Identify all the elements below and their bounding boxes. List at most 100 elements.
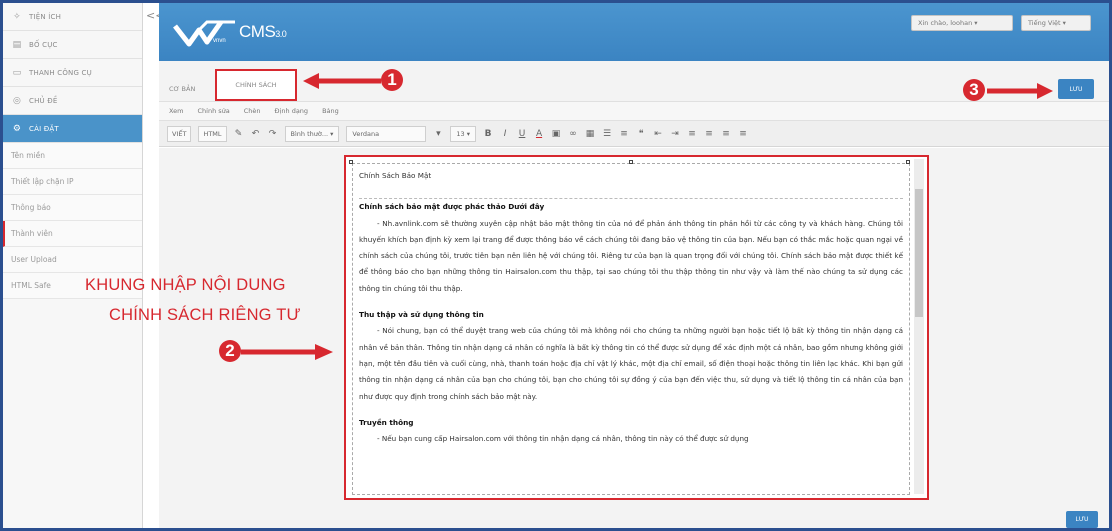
editor-heading-3: Truyền thông — [359, 417, 414, 427]
sidebar-subitem-label: Thiết lập chặn IP — [11, 177, 74, 186]
editor-title: Chính Sách Bảo Mật — [359, 171, 432, 180]
sidebar-subitem-ip-block[interactable]: Thiết lập chặn IP — [3, 169, 142, 195]
save-button-bottom[interactable]: LƯU — [1066, 511, 1098, 528]
sidebar-item-settings[interactable]: ⚙ CÀI ĐẶT — [3, 115, 142, 143]
align-center-icon[interactable]: ≡ — [704, 129, 714, 139]
resize-handle[interactable] — [906, 160, 910, 164]
undo-icon[interactable]: ↶ — [251, 129, 261, 139]
editor-paragraph-1-text: - Nh.avnlink.com sẽ thường xuyên cập nhậ… — [359, 218, 903, 293]
sidebar-subitem-members[interactable]: Thành viên — [3, 221, 142, 247]
menu-insert[interactable]: Chèn — [244, 107, 261, 115]
logo-text: CMS3.0 — [239, 22, 287, 42]
brush-icon[interactable]: ✎ — [234, 129, 244, 139]
html-mode-button[interactable]: HTML — [198, 125, 227, 142]
gear-icon: ⚙ — [12, 123, 22, 134]
sidebar: ✧ TIỆN ÍCH ▤ BỐ CỤC ▭ THANH CÔNG CỤ ◎ CHỦ ĐỀ… — [3, 3, 143, 528]
toolbar-icon: ▭ — [12, 67, 22, 78]
tab-basic[interactable]: CƠ BẢN — [169, 85, 195, 93]
align-right-icon[interactable]: ≡ — [721, 129, 731, 139]
text-color-icon[interactable]: A — [534, 129, 544, 139]
sidebar-subitem-user-upload[interactable]: User Upload — [3, 247, 142, 273]
logo: CMS3.0 vnvn — [173, 18, 313, 52]
logo-vn-text: vnvn — [213, 38, 226, 44]
sidebar-subitem-notifications[interactable]: Thông báo — [3, 195, 142, 221]
view-mode-button[interactable]: VIẾT — [167, 125, 192, 142]
image-icon[interactable]: ▦ — [585, 129, 595, 139]
tab-policy[interactable]: CHÍNH SÁCH — [215, 69, 297, 101]
sidebar-subitem-label: User Upload — [11, 255, 57, 264]
annotation-label-line-1: KHUNG NHẬP NỘI DUNG — [85, 276, 286, 294]
menu-table[interactable]: Bảng — [322, 107, 339, 115]
sidebar-subitem-label: HTML Safe — [11, 281, 51, 290]
tab-policy-label: CHÍNH SÁCH — [235, 81, 277, 89]
format-select[interactable]: Bình thườ... ▾ — [284, 125, 340, 142]
editor-paragraph-2-text: - Nói chung, bạn có thể duyệt trang web … — [359, 326, 903, 401]
annotation-arrow-2 — [241, 344, 333, 360]
editor-paragraph-3: - Nếu bạn cung cấp Hairsalon.com với thô… — [359, 431, 903, 447]
menu-view[interactable]: Xem — [169, 107, 184, 115]
sidebar-item-label: BỐ CỤC — [29, 40, 58, 49]
editor-heading-1: Chính sách bảo mật được phác thảo Dưới đ… — [359, 202, 545, 212]
sidebar-item-theme[interactable]: ◎ CHỦ ĐỀ — [3, 87, 142, 115]
quote-icon[interactable]: ❝ — [636, 129, 646, 139]
policy-editor[interactable]: Chính Sách Bảo Mật Chính sách bảo mật đư… — [344, 155, 929, 500]
font-size-select[interactable]: 13 ▾ — [450, 125, 477, 142]
bullet-list-icon[interactable]: ☰ — [602, 129, 612, 139]
underline-icon[interactable]: U — [517, 129, 527, 139]
sidebar-subitem-domain[interactable]: Tên miền — [3, 143, 142, 169]
editor-paragraph-1: - Nh.avnlink.com sẽ thường xuyên cập nhậ… — [359, 216, 903, 297]
link-icon[interactable]: ∞ — [568, 129, 578, 139]
language-dropdown[interactable]: Tiếng Việt ▾ — [1021, 15, 1091, 31]
annotation-label-line-2: CHÍNH SÁCH RIÊNG TƯ — [109, 306, 301, 324]
menu-format[interactable]: Định dạng — [275, 107, 309, 115]
sidebar-item-toolbar[interactable]: ▭ THANH CÔNG CỤ — [3, 59, 142, 87]
sidebar-item-label: TIỆN ÍCH — [29, 12, 62, 21]
editor-paragraph-2: - Nói chung, bạn có thể duyệt trang web … — [359, 323, 903, 404]
numbered-list-icon[interactable]: ≡ — [619, 129, 629, 139]
dropdown-arrow-icon[interactable]: ▾ — [433, 129, 443, 139]
editor-heading-2: Thu thập và sử dụng thông tin — [359, 310, 484, 320]
menu-edit[interactable]: Chỉnh sửa — [198, 107, 230, 115]
sidebar-subitem-label: Thông báo — [11, 203, 51, 212]
sidebar-subitem-label: Thành viên — [11, 229, 53, 238]
editor-scrollbar[interactable] — [914, 159, 924, 494]
puzzle-icon: ✧ — [13, 11, 21, 22]
italic-icon[interactable]: I — [500, 129, 510, 139]
header: CMS3.0 vnvn Xin chào, loohan ▾ Tiếng Việ… — [159, 3, 1109, 61]
logo-cms-text: CMS — [239, 22, 276, 41]
annotation-number-3: 3 — [963, 79, 985, 101]
annotation-number-2: 2 — [219, 340, 241, 362]
annotation-arrow-3 — [987, 83, 1053, 99]
sidebar-item-label: CÀI ĐẶT — [29, 124, 59, 133]
editor-content[interactable]: Chính Sách Bảo Mật Chính sách bảo mật đư… — [352, 163, 910, 495]
align-left-icon[interactable]: ≡ — [687, 129, 697, 139]
sidebar-item-label: CHỦ ĐỀ — [29, 96, 58, 105]
editor-toolbar: VIẾT HTML ✎ ↶ ↷ Bình thườ... ▾ Verdana ▾… — [159, 121, 1109, 147]
sidebar-item-layout[interactable]: ▤ BỐ CỤC — [3, 31, 142, 59]
resize-handle[interactable] — [629, 160, 633, 164]
indent-icon[interactable]: ⇥ — [670, 129, 680, 139]
editor-paragraph-3-text: - Nếu bạn cung cấp Hairsalon.com với thô… — [377, 434, 749, 444]
font-select[interactable]: Verdana — [346, 125, 427, 142]
sidebar-item-utilities[interactable]: ✧ TIỆN ÍCH — [3, 3, 142, 31]
scrollbar-thumb[interactable] — [915, 189, 923, 317]
editor-menubar: Xem Chỉnh sửa Chèn Định dạng Bảng — [159, 101, 1109, 121]
align-justify-icon[interactable]: ≡ — [738, 129, 748, 139]
annotation-arrow-1 — [303, 73, 381, 89]
background-color-icon[interactable]: ▣ — [551, 129, 561, 139]
logo-mark-icon — [173, 20, 235, 47]
redo-icon[interactable]: ↷ — [268, 129, 278, 139]
font-select-value: Verdana — [352, 129, 380, 138]
annotation-number-1: 1 — [381, 69, 403, 91]
layout-icon: ▤ — [12, 39, 22, 50]
sidebar-subitem-label: Tên miền — [11, 151, 46, 160]
outdent-icon[interactable]: ⇤ — [653, 129, 663, 139]
save-button[interactable]: LƯU — [1058, 79, 1094, 99]
bold-icon[interactable]: B — [483, 129, 493, 139]
sidebar-item-label: THANH CÔNG CỤ — [29, 68, 92, 77]
resize-handle[interactable] — [349, 160, 353, 164]
app-window: ✧ TIỆN ÍCH ▤ BỐ CỤC ▭ THANH CÔNG CỤ ◎ CHỦ ĐỀ… — [0, 0, 1112, 531]
logo-version-text: 3.0 — [275, 29, 287, 39]
user-menu-dropdown[interactable]: Xin chào, loohan ▾ — [911, 15, 1013, 31]
theme-icon: ◎ — [12, 95, 22, 106]
